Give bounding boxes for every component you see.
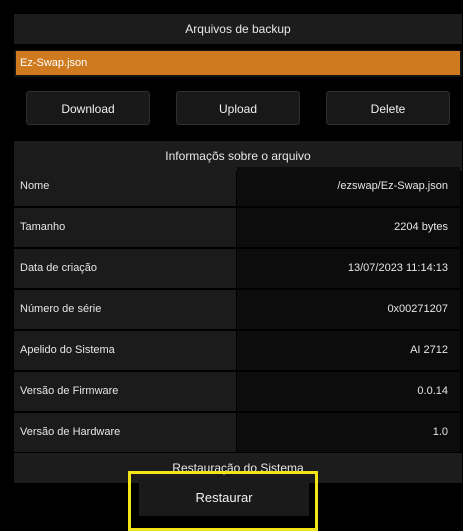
file-info-table: Nome /ezswap/Ez-Swap.json Tamanho 2204 b… [14,166,462,453]
backup-files-header: Arquivos de backup [14,14,462,44]
system-restore-header: Restauração do Sistema [14,453,462,483]
backup-file-list: Ez-Swap.json [14,50,462,77]
info-value: 13/07/2023 11:14:13 [237,249,460,288]
info-row-serial-number: Número de série 0x00271207 [14,289,462,330]
info-value: 0x00271207 [237,290,460,329]
info-row-system-alias: Apelido do Sistema AI 2712 [14,330,462,371]
info-value: AI 2712 [237,331,460,370]
restore-button[interactable]: Restaurar [139,480,309,516]
info-key: Versão de Firmware [14,372,236,411]
upload-button[interactable]: Upload [176,91,300,125]
info-key: Número de série [14,290,236,329]
info-row-name: Nome /ezswap/Ez-Swap.json [14,166,462,207]
info-value: 2204 bytes [237,208,460,247]
info-value: 1.0 [237,413,460,452]
info-value: /ezswap/Ez-Swap.json [237,167,460,206]
backup-panel: Arquivos de backup Ez-Swap.json Download… [14,14,462,530]
info-row-size: Tamanho 2204 bytes [14,207,462,248]
info-row-hardware-version: Versão de Hardware 1.0 [14,412,462,453]
info-key: Nome [14,167,236,206]
delete-button[interactable]: Delete [326,91,450,125]
info-key: Data de criação [14,249,236,288]
info-value: 0.0.14 [237,372,460,411]
download-button[interactable]: Download [26,91,150,125]
backup-file-item[interactable]: Ez-Swap.json [16,51,460,75]
info-row-creation-date: Data de criação 13/07/2023 11:14:13 [14,248,462,289]
info-key: Tamanho [14,208,236,247]
info-key: Apelido do Sistema [14,331,236,370]
info-key: Versão de Hardware [14,413,236,452]
info-row-firmware-version: Versão de Firmware 0.0.14 [14,371,462,412]
